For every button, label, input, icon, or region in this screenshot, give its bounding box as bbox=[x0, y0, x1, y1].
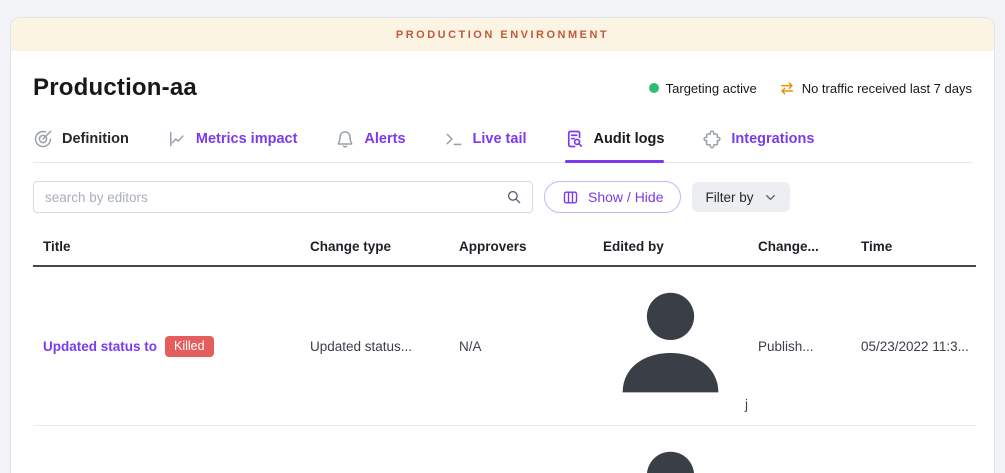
traffic-status-label: No traffic received last 7 days bbox=[802, 81, 972, 96]
status-group: Targeting active No traffic received las… bbox=[649, 80, 972, 96]
targeting-status: Targeting active bbox=[649, 81, 757, 96]
environment-banner: PRODUCTION ENVIRONMENT bbox=[11, 18, 994, 51]
columns-icon bbox=[562, 189, 579, 206]
title-cell: Updated status to Killed bbox=[33, 266, 300, 426]
tab-bar: Definition Metrics impact bbox=[33, 129, 972, 163]
filter-by-button[interactable]: Filter by bbox=[692, 182, 789, 212]
change-type-cell: Updated status... bbox=[300, 426, 449, 473]
table-row[interactable]: Updated status to Killed Updated status..… bbox=[33, 266, 976, 426]
audit-doc-search-icon bbox=[565, 129, 585, 149]
tab-label: Live tail bbox=[473, 131, 527, 147]
search-icon bbox=[505, 188, 523, 206]
edited-by-cell: jared.haw... bbox=[593, 426, 748, 473]
traffic-status: No traffic received last 7 days bbox=[779, 80, 972, 96]
tab-label: Integrations bbox=[731, 131, 814, 147]
tab-label: Alerts bbox=[364, 131, 405, 147]
tab-live-tail[interactable]: Live tail bbox=[444, 129, 527, 162]
time-cell: 05/23/2022 11:3... bbox=[851, 266, 976, 426]
edited-by-cell: jared.haw... bbox=[593, 266, 748, 426]
filter-by-label: Filter by bbox=[705, 190, 753, 205]
change-type-cell: Updated status... bbox=[300, 266, 449, 426]
tab-label: Metrics impact bbox=[196, 131, 298, 147]
column-header-time: Time bbox=[851, 228, 976, 266]
search-wrap bbox=[33, 181, 533, 213]
audit-table-header: Title Change type Approvers Edited by Ch… bbox=[33, 228, 976, 266]
show-hide-button[interactable]: Show / Hide bbox=[544, 181, 681, 213]
column-header-change-type: Change type bbox=[300, 228, 449, 266]
chevron-down-icon bbox=[764, 191, 777, 204]
column-header-change: Change... bbox=[748, 228, 851, 266]
tab-label: Audit logs bbox=[594, 131, 665, 147]
table-row[interactable]: Updated status to0% in Production Update… bbox=[33, 426, 976, 473]
tab-metrics-impact[interactable]: Metrics impact bbox=[167, 129, 298, 162]
tab-definition[interactable]: Definition bbox=[33, 129, 129, 162]
audit-table-body: Updated status to Killed Updated status..… bbox=[33, 266, 976, 473]
search-input[interactable] bbox=[33, 181, 533, 213]
row-title-link[interactable]: Updated status to bbox=[43, 339, 157, 354]
bell-icon bbox=[335, 129, 355, 149]
change-cell: Publish... bbox=[748, 266, 851, 426]
environment-card: PRODUCTION ENVIRONMENT Production-aa Tar… bbox=[10, 17, 995, 473]
tab-label: Definition bbox=[62, 131, 129, 147]
change-cell: Publish... bbox=[748, 426, 851, 473]
environment-banner-label: PRODUCTION ENVIRONMENT bbox=[396, 29, 609, 41]
status-badge: Killed bbox=[165, 336, 214, 357]
metrics-chart-icon bbox=[167, 129, 187, 149]
toolbar: Show / Hide Filter by bbox=[33, 181, 972, 213]
tab-alerts[interactable]: Alerts bbox=[335, 129, 405, 162]
title-cell: Updated status to0% in Production bbox=[33, 426, 300, 473]
column-header-approvers: Approvers bbox=[449, 228, 593, 266]
approvers-cell: N/A bbox=[449, 266, 593, 426]
green-dot-icon bbox=[649, 83, 659, 93]
person-icon bbox=[603, 400, 738, 415]
approvers-cell: N/A bbox=[449, 426, 593, 473]
column-header-edited-by: Edited by bbox=[593, 228, 748, 266]
audit-log-table: Title Change type Approvers Edited by Ch… bbox=[33, 228, 976, 473]
column-header-title: Title bbox=[33, 228, 300, 266]
tab-integrations[interactable]: Integrations bbox=[702, 129, 814, 162]
time-cell: 05/23/2022 11:3... bbox=[851, 426, 976, 473]
traffic-arrows-icon bbox=[779, 80, 795, 96]
targeting-status-label: Targeting active bbox=[666, 81, 757, 96]
page-title: Production-aa bbox=[33, 74, 197, 102]
terminal-icon bbox=[444, 129, 464, 149]
page-header: Production-aa Targeting active No traffi… bbox=[33, 74, 972, 102]
puzzle-icon bbox=[702, 129, 722, 149]
tab-audit-logs[interactable]: Audit logs bbox=[565, 129, 665, 162]
edited-by-name: jared.haw... bbox=[745, 397, 748, 412]
show-hide-label: Show / Hide bbox=[588, 189, 663, 205]
definition-target-icon bbox=[33, 129, 53, 149]
